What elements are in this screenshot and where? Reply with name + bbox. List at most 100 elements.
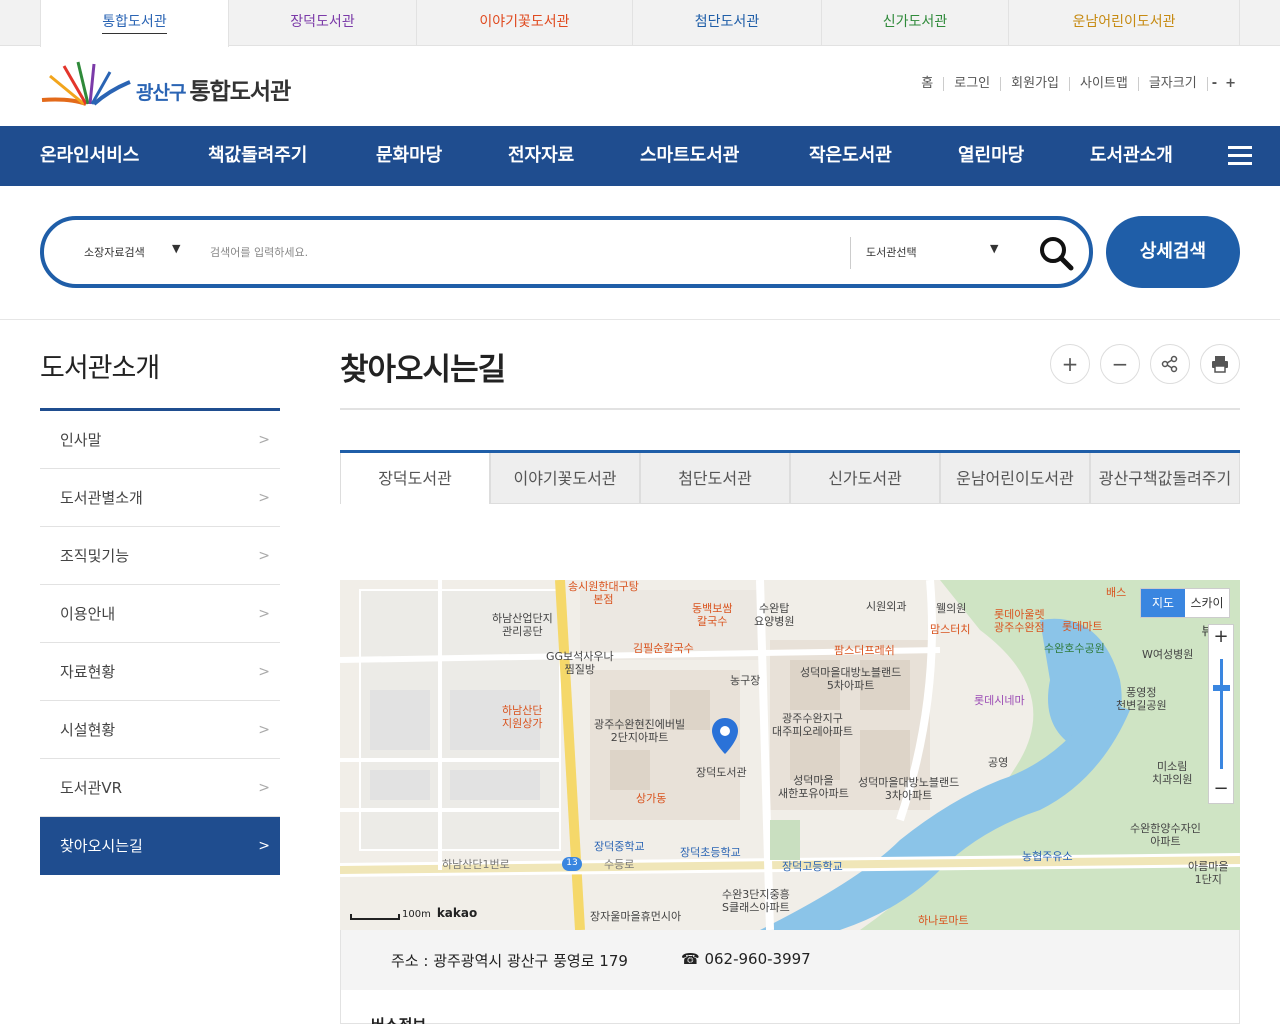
- map-label[interactable]: 수완호수공원: [1044, 642, 1105, 655]
- side-item-label: 찾아오시는길: [60, 837, 143, 855]
- subtab-cheomdan[interactable]: 첨단도서관: [640, 453, 790, 504]
- util-join[interactable]: 회원가입: [1001, 76, 1070, 91]
- map-label[interactable]: 농협주유소: [1022, 850, 1073, 863]
- map-label[interactable]: 성덕마을대방노블랜드 5차아파트: [800, 666, 901, 692]
- libtab-integrated[interactable]: 통합도서관: [40, 0, 229, 47]
- side-item-directions[interactable]: 찾아오시는길 >: [40, 817, 280, 875]
- map-label[interactable]: 시원외과: [866, 600, 906, 613]
- map-label[interactable]: 웰의원: [936, 602, 966, 615]
- search-input[interactable]: [210, 238, 830, 266]
- search-icon[interactable]: [1036, 233, 1076, 273]
- map-label[interactable]: 롯데아울렛 광주수완점: [994, 608, 1045, 634]
- map-label[interactable]: 광주수완현진에버빌 2단지아파트: [594, 718, 685, 744]
- map-label[interactable]: 상가동: [636, 792, 666, 805]
- libtab-cheomdan[interactable]: 첨단도서관: [633, 0, 822, 46]
- libtab-jangdeok[interactable]: 장덕도서관: [229, 0, 417, 46]
- libtab-unnam[interactable]: 운남어린이도서관: [1009, 0, 1240, 46]
- gnb-online-service[interactable]: 온라인서비스: [40, 126, 139, 186]
- map-label[interactable]: 공영: [988, 756, 1008, 769]
- gnb-smart-library[interactable]: 스마트도서관: [640, 126, 739, 186]
- map-label[interactable]: 장자울마을휴먼시아: [590, 910, 681, 923]
- search-type-select[interactable]: 소장자료검색: [84, 244, 145, 260]
- side-item-collection[interactable]: 자료현황 >: [40, 643, 280, 701]
- side-item-greeting[interactable]: 인사말 >: [40, 411, 280, 469]
- map-label[interactable]: 농구장: [730, 674, 760, 687]
- util-home[interactable]: 홈: [911, 76, 945, 91]
- menu-icon[interactable]: [1228, 146, 1252, 166]
- util-sitemap[interactable]: 사이트맵: [1070, 76, 1139, 91]
- map-label[interactable]: 수완탑 요양병원: [754, 602, 794, 628]
- subtab-unnam[interactable]: 운남어린이도서관: [940, 453, 1090, 504]
- map-label[interactable]: 풍영정 천변길공원: [1116, 686, 1167, 712]
- subtab-iyagi[interactable]: 이야기꽃도서관: [490, 453, 640, 504]
- map-type-toggle: 지도 스카이뷰: [1140, 588, 1230, 638]
- map-label[interactable]: GG보석사우나 찜질방: [546, 650, 614, 676]
- map-label[interactable]: W여성병원: [1142, 648, 1193, 661]
- subtab-jangdeok[interactable]: 장덕도서관: [340, 453, 490, 504]
- gnb-about[interactable]: 도서관소개: [1090, 126, 1173, 186]
- map-label[interactable]: 배스: [1106, 586, 1126, 599]
- side-item-guide[interactable]: 이용안내 >: [40, 585, 280, 643]
- zoom-in-button[interactable]: +: [1050, 344, 1090, 384]
- map-base: [340, 580, 1240, 930]
- zoom-out-button[interactable]: −: [1100, 344, 1140, 384]
- map-label[interactable]: 수완3단지중흥 S클래스아파트: [722, 888, 790, 914]
- side-item-libraries[interactable]: 도서관별소개 >: [40, 469, 280, 527]
- map-label-jangdeok[interactable]: 장덕도서관: [696, 766, 747, 779]
- map-label[interactable]: 송시원한대구탕 본점: [568, 580, 639, 606]
- map-label[interactable]: 미소림 치과의원: [1152, 760, 1192, 786]
- side-item-facilities[interactable]: 시설현황 >: [40, 701, 280, 759]
- zoom-slider-handle[interactable]: [1213, 685, 1230, 691]
- map-label[interactable]: 롯데시네마: [974, 694, 1025, 707]
- libtab-singa[interactable]: 신가도서관: [822, 0, 1009, 46]
- map-label[interactable]: 광주수완지구 대주피오레아파트: [772, 712, 853, 738]
- gnb-culture[interactable]: 문화마당: [376, 126, 442, 186]
- map-label[interactable]: 하남산단 지원상가: [502, 704, 542, 730]
- font-increase-button[interactable]: +: [1221, 76, 1240, 91]
- map-label[interactable]: 하나로마트: [918, 914, 969, 927]
- side-item-label: 이용안내: [60, 605, 116, 623]
- map-label[interactable]: 수완한양수자인 아파트: [1130, 822, 1201, 848]
- map-label[interactable]: 김필순칼국수: [633, 642, 694, 655]
- map-label[interactable]: 장덕초등학교: [680, 846, 741, 859]
- gnb-small-library[interactable]: 작은도서관: [809, 126, 892, 186]
- dropdown-arrow-icon[interactable]: ▼: [990, 242, 998, 255]
- print-button[interactable]: [1200, 344, 1240, 384]
- title-divider: [340, 408, 1240, 410]
- font-decrease-button[interactable]: -: [1208, 76, 1221, 91]
- map-type-skyview[interactable]: 스카이뷰: [1185, 589, 1229, 638]
- location-pin-icon[interactable]: [710, 716, 740, 756]
- map-type-map[interactable]: 지도: [1141, 589, 1185, 617]
- gnb-open-forum[interactable]: 열린마당: [958, 126, 1024, 186]
- map-label[interactable]: 성덕마을대방노블랜드 3차아파트: [858, 776, 959, 802]
- share-button[interactable]: [1150, 344, 1190, 384]
- map-label[interactable]: 맘스터치: [930, 623, 970, 636]
- map-label[interactable]: 아름마을 1단지: [1188, 860, 1228, 886]
- side-item-vr[interactable]: 도서관VR >: [40, 759, 280, 817]
- library-select[interactable]: 도서관선택: [866, 244, 917, 260]
- libtab-iyagi[interactable]: 이야기꽃도서관: [417, 0, 633, 46]
- map-label[interactable]: 하남산업단지 관리공단: [492, 612, 553, 638]
- map-label[interactable]: 성덕마을 새한포유아파트: [778, 774, 849, 800]
- map-label[interactable]: 장덕고등학교: [782, 860, 843, 873]
- utility-links: 홈 로그인 회원가입 사이트맵 글자크기 - +: [911, 76, 1240, 91]
- road-label: 하남산단1번로: [442, 858, 510, 871]
- gnb-e-resources[interactable]: 전자자료: [508, 126, 574, 186]
- map[interactable]: 송시원한대구탕 본점 동백보쌈 칼국수 수완탑 요양병원 시원외과 웰의원 롯데아울렛…: [340, 580, 1240, 930]
- map-zoom-out-icon[interactable]: −: [1209, 777, 1233, 803]
- gnb-book-refund[interactable]: 책값돌려주기: [208, 126, 307, 186]
- side-item-organization[interactable]: 조직및기능 >: [40, 527, 280, 585]
- map-zoom-in-icon[interactable]: +: [1209, 625, 1233, 651]
- libtab-label: 통합도서관: [102, 14, 167, 34]
- util-login[interactable]: 로그인: [944, 76, 1002, 91]
- map-label[interactable]: 팜스더프레쉬: [834, 644, 895, 657]
- zoom-slider-track[interactable]: [1220, 659, 1223, 769]
- map-label[interactable]: 장덕중학교: [594, 840, 645, 853]
- subtab-book-refund[interactable]: 광산구책값돌려주기: [1090, 453, 1240, 504]
- dropdown-arrow-icon[interactable]: ▼: [172, 242, 180, 255]
- map-label[interactable]: 롯데마트: [1062, 620, 1102, 633]
- site-logo[interactable]: 광산구 통합도서관: [40, 60, 320, 112]
- subtab-singa[interactable]: 신가도서관: [790, 453, 940, 504]
- advanced-search-button[interactable]: 상세검색: [1106, 216, 1240, 288]
- map-label[interactable]: 동백보쌈 칼국수: [692, 602, 732, 628]
